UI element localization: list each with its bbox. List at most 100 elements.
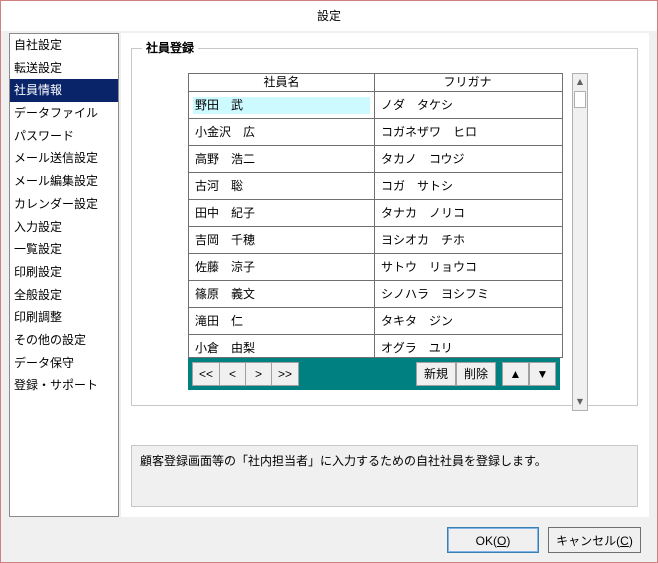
employee-kana-cell[interactable]: コガネザワ ヒロ <box>375 119 560 145</box>
column-header-name[interactable]: 社員名 <box>189 74 375 91</box>
table-row[interactable]: 滝田 仁 タキタ ジン <box>189 308 562 335</box>
employee-name: 滝田 仁 <box>195 314 244 328</box>
cancel-button[interactable]: キャンセル(C) <box>548 527 641 553</box>
table-row[interactable]: 吉岡 千穂 ヨシオカ チホ <box>189 227 562 254</box>
grid-header: 社員名 フリガナ <box>189 74 562 92</box>
employee-name-cell[interactable]: 佐藤 涼子 <box>189 254 375 280</box>
last-record-button[interactable]: >> <box>271 362 299 386</box>
move-up-button[interactable]: ▲ <box>502 362 529 386</box>
column-header-kana[interactable]: フリガナ <box>375 74 560 91</box>
group-title: 社員登録 <box>142 40 199 56</box>
table-row[interactable]: 野田 武 ノダ タケシ <box>189 92 562 119</box>
move-down-button[interactable]: ▼ <box>529 362 556 386</box>
employee-name-cell[interactable]: 小倉 由梨 <box>189 335 375 357</box>
employee-name-cell[interactable]: 田中 紀子 <box>189 200 375 226</box>
employee-name: 佐藤 涼子 <box>195 260 256 274</box>
sidebar-item[interactable]: パスワード <box>10 125 118 148</box>
employee-name: 小倉 由梨 <box>195 341 256 355</box>
employee-kana: タカノ コウジ <box>381 152 465 166</box>
employee-kana: ヨシオカ チホ <box>381 233 466 247</box>
employee-kana: タナカ ノリコ <box>381 206 466 220</box>
sidebar-item[interactable]: 自社設定 <box>10 34 118 57</box>
employee-name: 小金沢 広 <box>195 125 256 139</box>
record-navigation-bar: << < > >> 新規 削除 ▲ ▼ <box>188 358 560 390</box>
employee-kana-cell[interactable]: サトウ リョウコ <box>375 254 560 280</box>
sidebar-item[interactable]: データファイル <box>10 102 118 125</box>
sidebar-item[interactable]: 一覧設定 <box>10 238 118 261</box>
sidebar-item[interactable]: メール編集設定 <box>10 170 118 193</box>
employee-kana: シノハラ ヨシフミ <box>381 287 490 301</box>
sidebar-item[interactable]: 印刷設定 <box>10 261 118 284</box>
sidebar-item[interactable]: 入力設定 <box>10 216 118 239</box>
scroll-down-arrow-icon[interactable]: ▼ <box>573 394 587 410</box>
table-row[interactable]: 古河 聡 コガ サトシ <box>189 173 562 200</box>
arrow-down-icon: ▼ <box>536 367 549 381</box>
ok-label-end: ) <box>506 534 511 548</box>
employee-kana-cell[interactable]: シノハラ ヨシフミ <box>375 281 560 307</box>
employee-name: 篠原 義文 <box>195 287 256 301</box>
employee-kana: オグラ ユリ <box>381 341 453 355</box>
cancel-label: キャンセル( <box>556 534 621 548</box>
employee-kana-cell[interactable]: タキタ ジン <box>375 308 560 334</box>
description-box: 顧客登録画面等の「社内担当者」に入力するための自社社員を登録します。 <box>131 445 638 507</box>
employee-name-cell[interactable]: 滝田 仁 <box>189 308 375 334</box>
table-row[interactable]: 篠原 義文 シノハラ ヨシフミ <box>189 281 562 308</box>
first-record-button[interactable]: << <box>192 362 220 386</box>
cancel-label-end: ) <box>628 534 633 548</box>
employee-name-cell[interactable]: 小金沢 広 <box>189 119 375 145</box>
employee-kana-cell[interactable]: タカノ コウジ <box>375 146 560 172</box>
sidebar-item[interactable]: 転送設定 <box>10 57 118 80</box>
content-panel: 社員登録 社員名 フリガナ 野田 武 ノダ タケシ小金沢 広 コガネザワ ヒロ高野 … <box>121 33 649 517</box>
sidebar-item[interactable]: その他の設定 <box>10 329 118 352</box>
employee-kana: タキタ ジン <box>381 314 454 328</box>
scroll-thumb[interactable] <box>574 91 586 108</box>
ok-button[interactable]: OK(O) <box>447 527 539 553</box>
settings-category-list[interactable]: 自社設定 転送設定 社員情報 データファイル パスワード メール送信設定 メール編集設定 カレ… <box>9 33 119 517</box>
table-row[interactable]: 小金沢 広 コガネザワ ヒロ <box>189 119 562 146</box>
cancel-accesskey: C <box>620 534 629 548</box>
sidebar-item[interactable]: 全般設定 <box>10 284 118 307</box>
employee-name-cell[interactable]: 古河 聡 <box>189 173 375 199</box>
settings-dialog: 設定 自社設定 転送設定 社員情報 データファイル パスワード メール送信設定 メール編集設… <box>0 0 658 563</box>
sidebar-item[interactable]: メール送信設定 <box>10 147 118 170</box>
sidebar-item[interactable]: 社員情報 <box>10 79 118 103</box>
employee-kana-cell[interactable]: ノダ タケシ <box>375 92 560 118</box>
employee-registration-group: 社員登録 社員名 フリガナ 野田 武 ノダ タケシ小金沢 広 コガネザワ ヒロ高野 … <box>131 40 638 411</box>
employee-kana: コガネザワ ヒロ <box>381 125 478 139</box>
employee-kana: ノダ タケシ <box>381 98 454 112</box>
employee-name-cell[interactable]: 高野 浩二 <box>189 146 375 172</box>
new-button[interactable]: 新規 <box>416 362 456 386</box>
delete-button[interactable]: 削除 <box>456 362 496 386</box>
next-record-button[interactable]: > <box>245 362 272 386</box>
table-row[interactable]: 田中 紀子 タナカ ノリコ <box>189 200 562 227</box>
employee-name-cell[interactable]: 篠原 義文 <box>189 281 375 307</box>
employee-name: 高野 浩二 <box>195 152 256 166</box>
table-row[interactable]: 佐藤 涼子 サトウ リョウコ <box>189 254 562 281</box>
employee-name: 田中 紀子 <box>195 206 256 220</box>
ok-label: OK( <box>475 534 497 548</box>
employee-name: 野田 武 <box>195 98 244 112</box>
sidebar-item[interactable]: 登録・サポート <box>10 374 118 397</box>
employee-name: 吉岡 千穂 <box>195 233 256 247</box>
employee-kana: サトウ リョウコ <box>381 260 478 274</box>
employee-kana-cell[interactable]: ヨシオカ チホ <box>375 227 560 253</box>
employee-kana-cell[interactable]: コガ サトシ <box>375 173 560 199</box>
scroll-up-arrow-icon[interactable]: ▲ <box>573 74 587 90</box>
employee-kana: コガ サトシ <box>381 179 454 193</box>
employee-name: 古河 聡 <box>195 179 244 193</box>
employee-grid[interactable]: 社員名 フリガナ 野田 武 ノダ タケシ小金沢 広 コガネザワ ヒロ高野 浩二 タカノ… <box>188 73 563 358</box>
sidebar-item[interactable]: カレンダー設定 <box>10 193 118 216</box>
table-row[interactable]: 小倉 由梨 オグラ ユリ <box>189 335 562 357</box>
employee-name-cell[interactable]: 吉岡 千穂 <box>189 227 375 253</box>
sidebar-item[interactable]: データ保守 <box>10 352 118 375</box>
previous-record-button[interactable]: < <box>219 362 246 386</box>
ok-accesskey: O <box>497 534 507 548</box>
table-row[interactable]: 高野 浩二 タカノ コウジ <box>189 146 562 173</box>
window-title: 設定 <box>1 1 657 31</box>
grid-vertical-scrollbar[interactable]: ▲ ▼ <box>572 73 588 411</box>
employee-name-cell[interactable]: 野田 武 <box>189 92 375 118</box>
employee-kana-cell[interactable]: オグラ ユリ <box>375 335 560 357</box>
employee-kana-cell[interactable]: タナカ ノリコ <box>375 200 560 226</box>
sidebar-item[interactable]: 印刷調整 <box>10 306 118 329</box>
grid-body: 野田 武 ノダ タケシ小金沢 広 コガネザワ ヒロ高野 浩二 タカノ コウジ古河 聡 コ… <box>189 92 562 357</box>
